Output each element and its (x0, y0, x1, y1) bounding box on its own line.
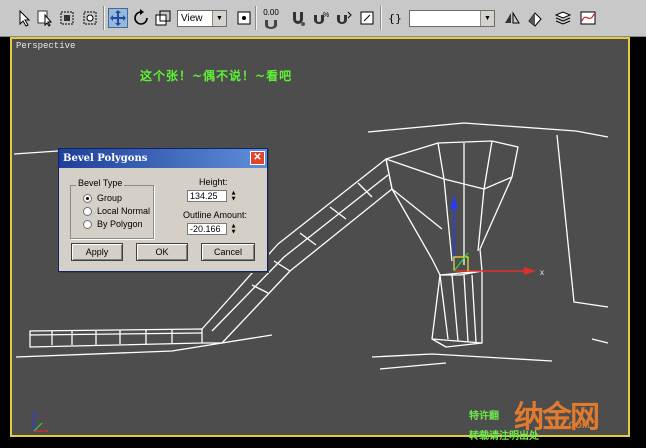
radio-local-normal-label: Local Normal (97, 206, 151, 216)
spinner-down-icon[interactable]: ▼ (229, 229, 238, 235)
main-toolbar: View ▼ 0.00 % {} ▼ (0, 0, 646, 37)
reference-coord-select[interactable]: View ▼ (177, 10, 227, 27)
select-by-name-icon[interactable] (35, 8, 55, 28)
select-arrow-icon[interactable] (14, 8, 34, 28)
radio-local-normal[interactable]: Local Normal (83, 206, 150, 216)
named-selection-set-select[interactable]: ▼ (409, 10, 495, 27)
percent-snap-icon[interactable]: % (311, 8, 331, 28)
radio-by-polygon-dot[interactable] (83, 219, 92, 229)
apply-button[interactable]: Apply (71, 243, 123, 261)
scale-icon[interactable] (153, 8, 173, 28)
edit-named-sel-icon[interactable] (357, 8, 377, 28)
spinner-down-icon[interactable]: ▼ (229, 196, 238, 202)
outline-amount-spinner[interactable]: -20.166 ▲ ▼ (187, 223, 239, 235)
pivot-icon[interactable] (234, 8, 254, 28)
gizmo-x-label: x (540, 268, 544, 277)
layers-icon[interactable] (553, 8, 573, 28)
spinner-snap-icon[interactable] (334, 8, 354, 28)
reference-coord-value: View (181, 13, 203, 24)
ground-line (367, 122, 609, 138)
radio-by-polygon[interactable]: By Polygon (83, 219, 143, 229)
radio-by-polygon-label: By Polygon (97, 219, 143, 229)
outline-spinner-arrows[interactable]: ▲ ▼ (229, 223, 238, 235)
align-icon[interactable] (525, 8, 545, 28)
bevel-type-label: Bevel Type (76, 178, 125, 188)
chevron-down-icon[interactable]: ▼ (212, 11, 226, 26)
svg-text:{}: {} (388, 12, 402, 25)
svg-text:%: % (323, 12, 329, 19)
bevel-type-group: Bevel Type Group Local Normal By Polygon (70, 178, 154, 239)
move-icon[interactable] (108, 8, 128, 28)
site-logo-suffix: .COM (566, 420, 590, 430)
world-axis-icon (33, 411, 48, 432)
ok-button[interactable]: OK (136, 243, 188, 261)
height-label: Height: (199, 177, 228, 187)
curve-editor-icon[interactable] (578, 8, 598, 28)
transform-gizmo[interactable] (450, 195, 536, 275)
close-button[interactable]: ✕ (250, 151, 265, 165)
bevel-polygons-dialog: Bevel Polygons ✕ Bevel Type Group Local … (58, 148, 268, 272)
radio-group-dot[interactable] (83, 193, 92, 203)
window-crossing-icon[interactable] (80, 8, 100, 28)
rotate-icon[interactable] (131, 8, 151, 28)
dialog-title-bar[interactable]: Bevel Polygons ✕ (59, 149, 267, 168)
snap-value: 0.00 (263, 8, 279, 17)
rect-region-icon[interactable] (57, 8, 77, 28)
height-spinner-arrows[interactable]: ▲ ▼ (229, 190, 238, 202)
radio-group[interactable]: Group (83, 193, 122, 203)
height-field[interactable]: 134.25 (187, 190, 227, 202)
snap-toggle[interactable]: 0.00 (260, 8, 282, 30)
angle-snap-icon[interactable] (288, 8, 308, 28)
radio-group-label: Group (97, 193, 123, 203)
magnet-icon (265, 20, 277, 29)
named-selection-brackets-icon[interactable]: {} (385, 8, 405, 28)
chevron-down-icon[interactable]: ▼ (480, 11, 494, 26)
mirror-icon[interactable] (502, 8, 522, 28)
close-icon: ✕ (253, 152, 262, 163)
outline-amount-field[interactable]: -20.166 (187, 223, 227, 235)
height-spinner[interactable]: 134.25 ▲ ▼ (187, 190, 239, 202)
watermark-line1: 特许翻 (469, 411, 499, 422)
outline-amount-label: Outline Amount: (183, 210, 248, 220)
cancel-button[interactable]: Cancel (201, 243, 255, 261)
radio-local-normal-dot[interactable] (83, 206, 92, 216)
dialog-title: Bevel Polygons (63, 153, 148, 164)
ground-line (13, 150, 59, 155)
